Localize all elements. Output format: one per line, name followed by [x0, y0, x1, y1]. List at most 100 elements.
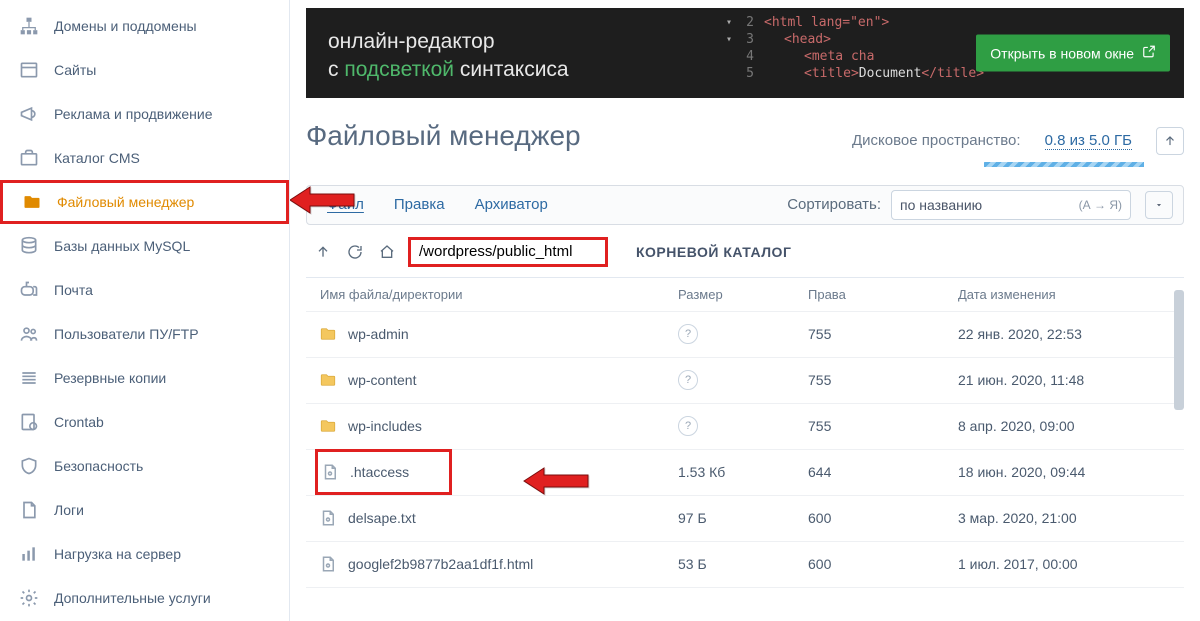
size-unknown-icon: ? — [678, 370, 698, 390]
sidebar-item-label: Безопасность — [54, 458, 143, 474]
table-row[interactable]: googlef2b9877b2aa1df1f.html53 Б6001 июл.… — [306, 542, 1184, 588]
external-link-icon — [1142, 45, 1156, 62]
file-table: Имя файла/директории Размер Права Дата и… — [306, 277, 1184, 588]
sidebar-item-label: Почта — [54, 282, 93, 298]
sidebar-item-11[interactable]: Логи — [0, 488, 289, 532]
scrollbar-thumb[interactable] — [1174, 290, 1184, 410]
folder-icon — [318, 370, 338, 390]
disk-usage: Дисковое пространство: 0.8 из 5.0 ГБ — [852, 127, 1184, 167]
gearpage-icon — [18, 411, 40, 433]
folder-icon — [21, 191, 43, 213]
sidebar: Домены и поддомены Сайты Реклама и продвиж… — [0, 0, 290, 621]
file-name: wp-includes — [348, 418, 422, 434]
barchart-icon — [18, 543, 40, 565]
sidebar-item-2[interactable]: Реклама и продвижение — [0, 92, 289, 136]
tab-file[interactable]: Файл — [327, 196, 364, 213]
tab-edit[interactable]: Правка — [394, 196, 445, 213]
file-name: wp-content — [348, 372, 416, 388]
col-size: Размер — [678, 287, 808, 302]
gear-icon — [18, 587, 40, 609]
open-new-window-label: Открыть в новом окне — [990, 45, 1134, 61]
tab-archive[interactable]: Архиватор — [475, 196, 548, 213]
sidebar-item-9[interactable]: Crontab — [0, 400, 289, 444]
sidebar-item-4[interactable]: Файловый менеджер — [0, 180, 289, 224]
root-catalog-label: КОРНЕВОЙ КАТАЛОГ — [636, 244, 791, 260]
disk-label: Дисковое пространство: — [852, 132, 1021, 149]
sitemap-icon — [18, 15, 40, 37]
sidebar-item-label: Сайты — [54, 62, 96, 78]
disk-progress-bar — [984, 162, 1144, 167]
home-button[interactable] — [376, 241, 398, 263]
table-row[interactable]: wp-admin?75522 янв. 2020, 22:53 — [306, 312, 1184, 358]
open-new-window-button[interactable]: Открыть в новом окне — [976, 35, 1170, 72]
mailbox-icon — [18, 279, 40, 301]
sidebar-item-label: Реклама и продвижение — [54, 106, 213, 122]
sort-select[interactable]: по названию (А → Я) — [891, 190, 1131, 220]
table-row[interactable]: wp-includes?7558 апр. 2020, 09:00 — [306, 404, 1184, 450]
path-input[interactable] — [408, 237, 608, 267]
stack-icon — [18, 367, 40, 389]
sidebar-item-label: Файловый менеджер — [57, 194, 194, 210]
shield-icon — [18, 455, 40, 477]
col-name: Имя файла/директории — [312, 287, 678, 302]
file-icon — [318, 554, 338, 574]
table-row[interactable]: delsape.txt97 Б6003 мар. 2020, 21:00 — [306, 496, 1184, 542]
sidebar-item-7[interactable]: Пользователи ПУ/FTP — [0, 312, 289, 356]
folder-icon — [318, 324, 338, 344]
sidebar-item-label: Логи — [54, 502, 84, 518]
sidebar-item-6[interactable]: Почта — [0, 268, 289, 312]
doc-icon — [18, 499, 40, 521]
size-unknown-icon: ? — [678, 416, 698, 436]
sort-direction: (А → Я) — [1079, 198, 1122, 212]
sidebar-item-label: Домены и поддомены — [54, 18, 197, 34]
users-icon — [18, 323, 40, 345]
banner-line1: онлайн-редактор — [328, 28, 714, 56]
file-name: wp-admin — [348, 326, 409, 342]
page-title: Файловый менеджер — [306, 120, 581, 152]
sidebar-item-12[interactable]: Нагрузка на сервер — [0, 532, 289, 576]
editor-banner: онлайн-редактор с подсветкой синтаксиса … — [306, 8, 1184, 98]
database-icon — [18, 235, 40, 257]
sidebar-item-13[interactable]: Дополнительные услуги — [0, 576, 289, 620]
banner-text: онлайн-редактор с подсветкой синтаксиса — [306, 8, 736, 98]
sidebar-item-0[interactable]: Домены и поддомены — [0, 4, 289, 48]
folder-icon — [318, 416, 338, 436]
file-icon — [318, 508, 338, 528]
table-header: Имя файла/директории Размер Права Дата и… — [306, 278, 1184, 312]
disk-value[interactable]: 0.8 из 5.0 ГБ — [1045, 132, 1132, 150]
sidebar-item-3[interactable]: Каталог CMS — [0, 136, 289, 180]
sidebar-item-label: Crontab — [54, 414, 104, 430]
sidebar-item-label: Нагрузка на сервер — [54, 546, 181, 562]
sidebar-item-10[interactable]: Безопасность — [0, 444, 289, 488]
sidebar-item-label: Каталог CMS — [54, 150, 140, 166]
refresh-button[interactable] — [344, 241, 366, 263]
col-perm: Права — [808, 287, 958, 302]
file-toolbar: Файл Правка Архиватор Сортировать: по на… — [306, 185, 1184, 225]
sort-label: Сортировать: — [787, 196, 881, 213]
sidebar-item-label: Дополнительные услуги — [54, 590, 211, 606]
table-row[interactable]: .htaccess1.53 Кб64418 июн. 2020, 09:44 — [306, 450, 1184, 496]
sidebar-item-label: Резервные копии — [54, 370, 166, 386]
file-name: .htaccess — [350, 464, 409, 480]
sort-value: по названию — [900, 197, 982, 213]
upload-button[interactable] — [1156, 127, 1184, 155]
browser-icon — [18, 59, 40, 81]
table-row[interactable]: wp-content?75521 июн. 2020, 11:48 — [306, 358, 1184, 404]
path-bar: КОРНЕВОЙ КАТАЛОГ — [306, 237, 1184, 267]
file-name: googlef2b9877b2aa1df1f.html — [348, 556, 533, 572]
sidebar-item-1[interactable]: Сайты — [0, 48, 289, 92]
banner-line2: с подсветкой синтаксиса — [328, 56, 714, 84]
megaphone-icon — [18, 103, 40, 125]
sidebar-item-label: Базы данных MySQL — [54, 238, 190, 254]
col-date: Дата изменения — [958, 287, 1158, 302]
size-unknown-icon: ? — [678, 324, 698, 344]
sidebar-item-5[interactable]: Базы данных MySQL — [0, 224, 289, 268]
sidebar-item-8[interactable]: Резервные копии — [0, 356, 289, 400]
sidebar-item-label: Пользователи ПУ/FTP — [54, 326, 199, 342]
briefcase-icon — [18, 147, 40, 169]
file-name: delsape.txt — [348, 510, 416, 526]
file-icon — [320, 462, 340, 482]
main-content: онлайн-редактор с подсветкой синтаксиса … — [290, 0, 1200, 621]
up-button[interactable] — [312, 241, 334, 263]
sort-caret-button[interactable] — [1145, 191, 1173, 219]
